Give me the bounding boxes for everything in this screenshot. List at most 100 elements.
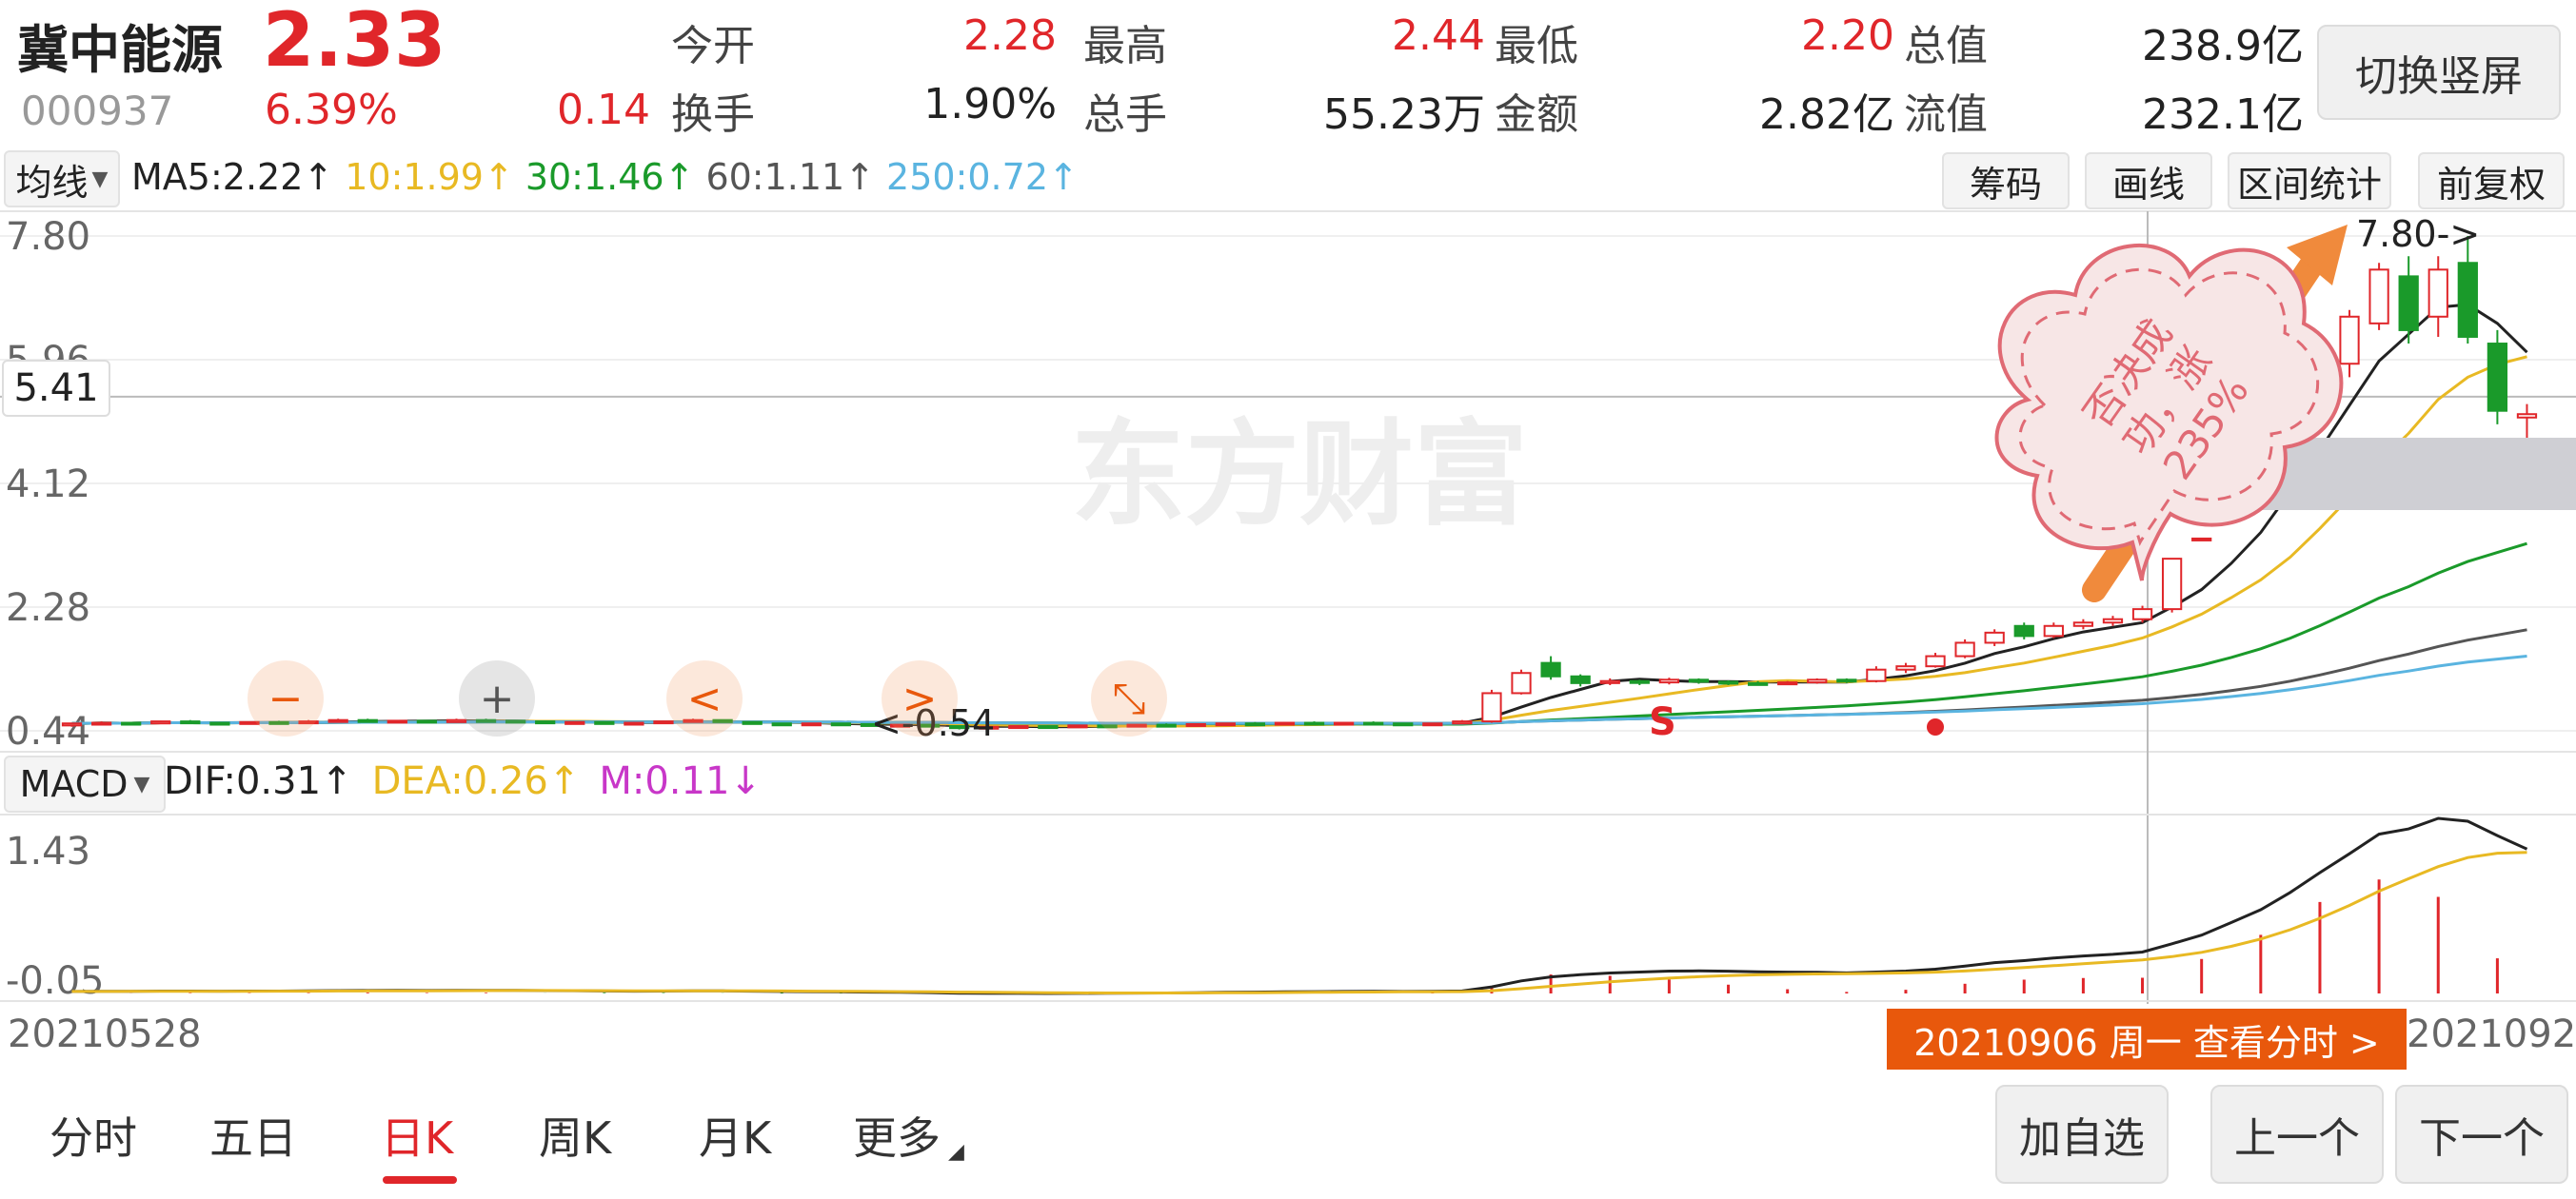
candle-body: [416, 719, 438, 724]
candle-body: [2043, 624, 2064, 638]
candle-body: [1570, 675, 1591, 684]
macd-value: DIF:0.31↑: [164, 759, 353, 803]
macd-tick: 1.43: [6, 830, 90, 874]
candle-body: [1244, 722, 1266, 727]
pan-right-icon[interactable]: >: [882, 660, 958, 737]
candle-body: [209, 721, 230, 726]
candle-body: [1807, 678, 1828, 684]
compress-icon[interactable]: ⤡: [1091, 660, 1167, 737]
price-tick: 0.44: [6, 710, 90, 754]
ma-line: [71, 655, 2527, 725]
signal-dot: [1927, 718, 1944, 736]
add-watchlist-button[interactable]: 加自选: [1995, 1085, 2169, 1184]
candle-body: [1156, 723, 1177, 728]
candle-body: [2072, 621, 2094, 627]
candle-body: [1511, 672, 1532, 695]
candle-body: [357, 718, 378, 723]
macd-values: DIF:0.31↑ DEA:0.26↑ M:0.11↓: [164, 759, 781, 803]
candle-body: [2516, 413, 2538, 419]
candle-body: [1599, 679, 1620, 684]
tab-3[interactable]: 周K: [539, 1104, 611, 1167]
candle-body: [1008, 725, 1029, 730]
candle-body: [1777, 681, 1798, 686]
candle-body: [1688, 678, 1710, 683]
candle-body: [386, 719, 407, 724]
candle-body: [653, 720, 674, 725]
dea-line: [71, 851, 2527, 994]
candle-body: [1274, 721, 1296, 726]
price-tick: 7.80: [6, 215, 90, 259]
candle-body: [1303, 721, 1325, 726]
candle-body: [830, 722, 852, 727]
candle-body: [1954, 641, 1975, 658]
candle-body: [150, 720, 171, 725]
ma-line: [71, 541, 2527, 726]
candle-body: [1540, 661, 1561, 678]
gap-zone: [2239, 468, 2576, 510]
pan-left-icon[interactable]: <: [666, 660, 743, 737]
macd-selector-label: MACD: [19, 763, 129, 805]
candle-body: [446, 718, 467, 723]
tab-2[interactable]: 日K: [381, 1104, 453, 1167]
crosshair-date-tooltip[interactable]: 20210906 周一 查看分时 >: [1887, 1009, 2407, 1070]
candle-body: [1452, 720, 1473, 725]
candle-body: [1185, 722, 1206, 727]
candle-body: [1363, 721, 1384, 726]
candle-body: [565, 720, 585, 725]
tab-0[interactable]: 分时: [50, 1104, 137, 1167]
candle-body: [2398, 275, 2419, 331]
candle-body: [90, 721, 112, 726]
macd-value: DEA:0.26↑: [371, 759, 581, 803]
price-tick: 4.12: [6, 462, 90, 506]
candle-body: [1038, 725, 1059, 730]
candle-body: [2131, 608, 2153, 620]
candle-body: [2191, 537, 2212, 541]
annotation-bubble: 否决成功，涨235%: [1994, 244, 2344, 581]
candle-body: [327, 718, 348, 723]
next-button[interactable]: 下一个: [2395, 1085, 2568, 1184]
candle-body: [1422, 722, 1443, 727]
candle-body: [1393, 722, 1414, 727]
candle-body: [1836, 678, 1857, 683]
gap-zone: [2268, 438, 2576, 472]
candle-body: [1895, 665, 1916, 671]
price-tick: 2.28: [6, 586, 90, 630]
candle-body: [1984, 631, 2005, 644]
candle-body: [2368, 268, 2389, 324]
max-price-label: 7.80->: [2356, 213, 2481, 255]
candle-body: [535, 720, 556, 725]
macd-selector[interactable]: MACD ▼: [4, 756, 166, 813]
previous-button[interactable]: 上一个: [2210, 1085, 2384, 1184]
candle-body: [2457, 262, 2478, 338]
candle-body: [1067, 724, 1088, 729]
more-corner-icon: ◢: [948, 1140, 964, 1164]
macd-value: M:0.11↓: [599, 759, 762, 803]
ma-line: [71, 628, 2527, 725]
active-tab-underline: [383, 1176, 457, 1184]
candle-body: [1215, 722, 1236, 727]
candle-body: [61, 722, 83, 727]
zoom-out-icon[interactable]: −: [248, 660, 324, 737]
candle-body: [121, 721, 142, 726]
watermark: 东方财富: [1071, 409, 1528, 541]
dropdown-icon: ▼: [133, 772, 150, 796]
crosshair-date-text: 20210906 周一 查看分时 >: [1913, 1021, 2380, 1064]
candle-body: [771, 722, 792, 727]
tab-1[interactable]: 五日: [209, 1104, 297, 1167]
candle-body: [1333, 721, 1355, 726]
tab-4[interactable]: 月K: [699, 1104, 771, 1167]
macd-tick: -0.05: [6, 959, 105, 1003]
zoom-in-icon[interactable]: +: [459, 660, 535, 737]
candle-body: [2339, 315, 2360, 365]
candle-body: [1717, 680, 1739, 685]
tab-5[interactable]: 更多: [853, 1104, 941, 1167]
candle-body: [1658, 678, 1680, 684]
candle-body: [1481, 692, 1502, 723]
candle-body: [624, 721, 644, 726]
crosshair-price-label: 5.41: [2, 360, 110, 417]
candle-body: [2427, 268, 2448, 318]
candle-body: [1866, 668, 1887, 682]
candle-body: [2161, 558, 2183, 611]
date-end: 20210927: [2407, 1012, 2576, 1056]
candle-body: [801, 722, 822, 727]
